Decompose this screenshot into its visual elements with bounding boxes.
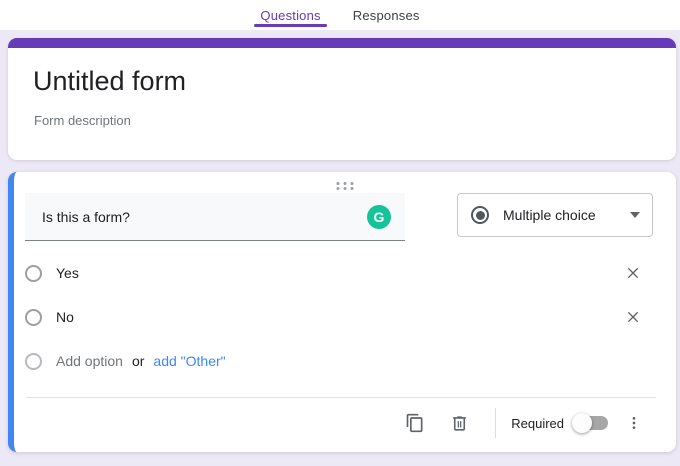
radio-icon xyxy=(25,352,42,370)
or-label: or xyxy=(131,353,145,369)
chevron-down-icon xyxy=(630,212,640,218)
duplicate-button[interactable] xyxy=(403,411,427,435)
tab-questions[interactable]: Questions xyxy=(254,0,327,30)
option-label[interactable]: No xyxy=(56,309,74,325)
tab-questions-label: Questions xyxy=(260,8,321,23)
question-type-dropdown[interactable]: Multiple choice xyxy=(457,193,653,237)
remove-option-button[interactable] xyxy=(623,263,643,283)
delete-button[interactable] xyxy=(447,411,471,435)
toggle-thumb xyxy=(572,413,592,433)
question-type-label: Multiple choice xyxy=(503,207,596,223)
close-icon xyxy=(627,311,639,323)
kebab-menu-icon xyxy=(632,417,636,429)
tab-responses[interactable]: Responses xyxy=(347,0,426,30)
footer-divider xyxy=(26,397,656,398)
question-footer-toolbar: Required xyxy=(403,401,646,445)
option-row: Yes xyxy=(25,260,676,286)
required-toggle[interactable] xyxy=(572,413,608,433)
option-label[interactable]: Yes xyxy=(56,265,79,281)
form-description-input[interactable]: Form description xyxy=(34,113,676,128)
form-accent-bar xyxy=(8,38,676,48)
required-label: Required xyxy=(511,415,564,431)
remove-option-button[interactable] xyxy=(623,307,643,327)
question-card: G Multiple choice Yes No Add option or a… xyxy=(8,172,676,452)
close-icon xyxy=(627,267,639,279)
drag-handle-icon[interactable] xyxy=(333,178,358,194)
tab-bar: Questions Responses xyxy=(0,0,680,30)
active-tab-indicator xyxy=(254,24,327,27)
tab-responses-label: Responses xyxy=(352,8,420,23)
question-text-field: G xyxy=(25,193,405,241)
toolbar-divider xyxy=(495,408,497,438)
question-text-input[interactable] xyxy=(25,193,367,240)
add-other-button[interactable]: add "Other" xyxy=(153,353,225,369)
more-options-button[interactable] xyxy=(622,411,646,435)
add-option-button[interactable]: Add option xyxy=(56,353,123,369)
radio-icon xyxy=(25,264,42,282)
add-option-row: Add option or add "Other" xyxy=(25,348,676,374)
option-row: No xyxy=(25,304,676,330)
form-title-card: Untitled form Form description xyxy=(8,38,676,160)
multiple-choice-icon xyxy=(471,206,489,224)
trash-icon xyxy=(452,415,466,431)
grammarly-icon[interactable]: G xyxy=(367,204,391,229)
copy-icon xyxy=(406,413,423,433)
form-title-input[interactable]: Untitled form xyxy=(33,65,676,97)
radio-icon xyxy=(25,308,42,326)
